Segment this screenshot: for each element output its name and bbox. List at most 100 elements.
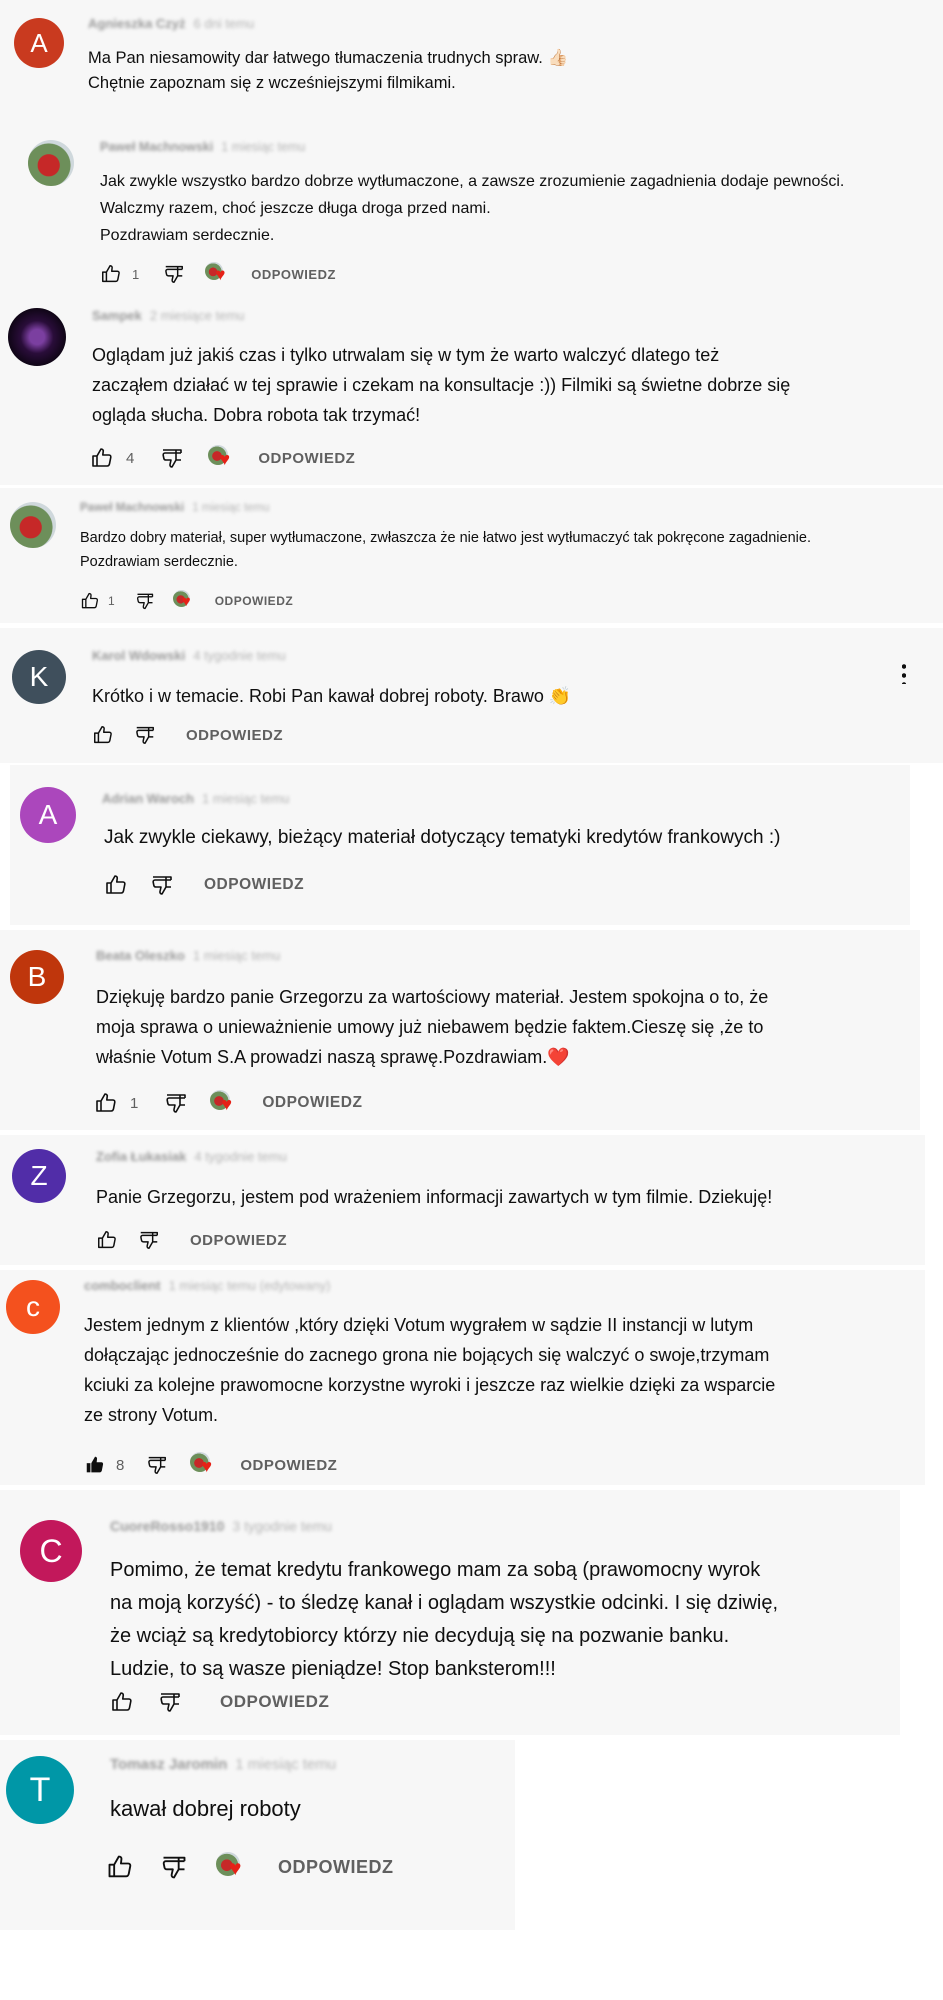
like-button[interactable] <box>110 1690 134 1714</box>
reply-button[interactable]: ODPOWIEDZ <box>258 450 355 467</box>
dislike-button[interactable] <box>160 1853 188 1881</box>
like-button[interactable] <box>92 724 114 746</box>
thumb-up-icon <box>80 591 100 611</box>
creator-heart: ♥ <box>210 1090 242 1116</box>
avatar[interactable]: C <box>20 1520 82 1582</box>
comment-author[interactable]: Tomasz Jaromin 1 miesiąc temu <box>110 1756 336 1773</box>
avatar[interactable]: A <box>14 18 64 68</box>
comment-card: Sampek 2 miesiące temu Oglądam już jakiś … <box>0 300 943 485</box>
dislike-button[interactable] <box>163 263 185 285</box>
heart-icon: ♥ <box>215 265 226 284</box>
like-button[interactable] <box>84 1454 106 1476</box>
heart-icon: ♥ <box>181 593 191 610</box>
comment-text: Oglądam już jakiś czas i tylko utrwalam … <box>92 345 791 425</box>
like-button[interactable] <box>96 1229 118 1251</box>
comment-actions: ODPOWIEDZ <box>92 724 283 746</box>
thumb-up-icon <box>106 1853 134 1881</box>
like-count: 1 <box>130 1094 139 1112</box>
comment-author[interactable]: comboclient 1 miesiąc temu (edytowany) <box>84 1278 330 1293</box>
avatar[interactable]: K <box>12 650 66 704</box>
comment-actions: ODPOWIEDZ <box>110 1690 329 1714</box>
reply-button[interactable]: ODPOWIEDZ <box>262 1094 362 1112</box>
comment-text: Bardzo dobry materiał, super wytłumaczon… <box>80 530 811 570</box>
comment-author[interactable]: Zofia Łukasiak 4 tygodnie temu <box>96 1149 287 1164</box>
dislike-button[interactable] <box>138 1229 160 1251</box>
comment-author[interactable]: Beata Oleszko 1 miesiąc temu <box>96 948 280 963</box>
comment-author[interactable]: Paweł Machnowski 1 miesiąc temu <box>80 502 270 514</box>
dislike-button[interactable] <box>134 724 156 746</box>
thumb-down-icon <box>150 873 174 897</box>
comment-actions: ODPOWIEDZ <box>104 873 304 897</box>
dislike-button[interactable] <box>164 1091 188 1115</box>
comment-card: A Agnieszka Czyż 6 dni temu Ma Pan niesam… <box>0 0 943 300</box>
comment-card: Paweł Machnowski 1 miesiąc temu Bardzo do… <box>0 488 943 623</box>
reply-button[interactable]: ODPOWIEDZ <box>240 1457 337 1474</box>
comment-author[interactable]: Paweł Machnowski 1 miesiąc temu <box>100 140 305 154</box>
avatar[interactable] <box>28 140 74 186</box>
thumb-down-icon <box>158 1690 182 1714</box>
like-count: 4 <box>126 449 135 467</box>
avatar[interactable] <box>10 502 56 548</box>
heart-icon: ♥ <box>219 449 231 469</box>
reply-button[interactable]: ODPOWIEDZ <box>278 1857 394 1878</box>
dislike-button[interactable] <box>158 1690 182 1714</box>
avatar[interactable]: Z <box>12 1149 66 1203</box>
like-button[interactable] <box>104 873 128 897</box>
more-options-button[interactable] <box>898 662 910 690</box>
thumb-up-icon <box>100 263 122 285</box>
avatar[interactable]: A <box>20 787 76 843</box>
thumb-down-icon <box>134 724 156 746</box>
like-count: 1 <box>132 266 140 282</box>
like-button[interactable] <box>80 591 100 611</box>
like-button[interactable] <box>100 263 122 285</box>
dislike-button[interactable] <box>135 591 155 611</box>
comment-author[interactable]: Karol Wdowski 4 tygodnie temu <box>92 648 286 663</box>
comment-author[interactable]: Adrian Waroch 1 miesiąc temu <box>102 791 289 806</box>
dislike-button[interactable] <box>160 446 184 470</box>
thumb-down-icon <box>138 1229 160 1251</box>
creator-heart: ♥ <box>205 262 235 286</box>
avatar[interactable]: B <box>10 950 64 1004</box>
comment-text: Dziękuję bardzo panie Grzegorzu za warto… <box>96 987 769 1067</box>
avatar[interactable] <box>8 308 66 366</box>
like-count: 1 <box>108 594 115 608</box>
reply-button[interactable]: ODPOWIEDZ <box>220 1692 329 1712</box>
comment-card: K Karol Wdowski 4 tygodnie temu Krótko i … <box>0 628 943 763</box>
thumb-up-icon <box>92 724 114 746</box>
reply-button[interactable]: ODPOWIEDZ <box>251 267 336 282</box>
dislike-button[interactable] <box>150 873 174 897</box>
thumb-up-icon <box>110 1690 134 1714</box>
reply-button[interactable]: ODPOWIEDZ <box>186 727 283 744</box>
thumb-down-icon <box>160 1853 188 1881</box>
thumb-down-icon <box>164 1091 188 1115</box>
creator-heart: ♥ <box>190 1452 222 1478</box>
comment-actions: 4 ♥ ODPOWIEDZ <box>90 445 355 471</box>
heart-icon: ♥ <box>229 1857 242 1880</box>
thumb-up-icon <box>96 1229 118 1251</box>
like-button[interactable] <box>90 446 114 470</box>
reply-button[interactable]: ODPOWIEDZ <box>215 594 294 608</box>
comment-actions: 1 ♥ ODPOWIEDZ <box>94 1090 362 1116</box>
comment-text: Jak zwykle ciekawy, bieżący materiał dot… <box>104 827 781 848</box>
comment-card: Z Zofia Łukasiak 4 tygodnie temu Panie Gr… <box>0 1135 925 1265</box>
reply-button[interactable]: ODPOWIEDZ <box>204 876 304 894</box>
comment-author[interactable]: CuoreRosso1910 3 tygodnie temu <box>110 1518 332 1534</box>
thumb-up-filled-icon <box>84 1454 106 1476</box>
like-button[interactable] <box>94 1091 118 1115</box>
reply-button[interactable]: ODPOWIEDZ <box>190 1232 287 1249</box>
comment-text: kawał dobrej roboty <box>110 1796 301 1821</box>
comment-author[interactable]: Sampek 2 miesiące temu <box>92 308 245 323</box>
avatar[interactable]: c <box>6 1280 60 1334</box>
creator-heart: ♥ <box>208 445 240 471</box>
like-button[interactable] <box>106 1853 134 1881</box>
dislike-button[interactable] <box>146 1454 168 1476</box>
like-count: 8 <box>116 1456 125 1474</box>
avatar[interactable]: T <box>6 1756 74 1824</box>
comment-card: C CuoreRosso1910 3 tygodnie temu Pomimo, … <box>0 1490 900 1735</box>
comment-card: c comboclient 1 miesiąc temu (edytowany) … <box>0 1270 925 1485</box>
creator-heart: ♥ <box>172 590 201 612</box>
comment-actions: 1 ♥ ODPOWIEDZ <box>80 590 293 612</box>
comment-actions: ODPOWIEDZ <box>96 1229 287 1251</box>
comment-text: Panie Grzegorzu, jestem pod wrażeniem in… <box>96 1187 773 1207</box>
comment-author[interactable]: Agnieszka Czyż 6 dni temu <box>88 16 254 31</box>
